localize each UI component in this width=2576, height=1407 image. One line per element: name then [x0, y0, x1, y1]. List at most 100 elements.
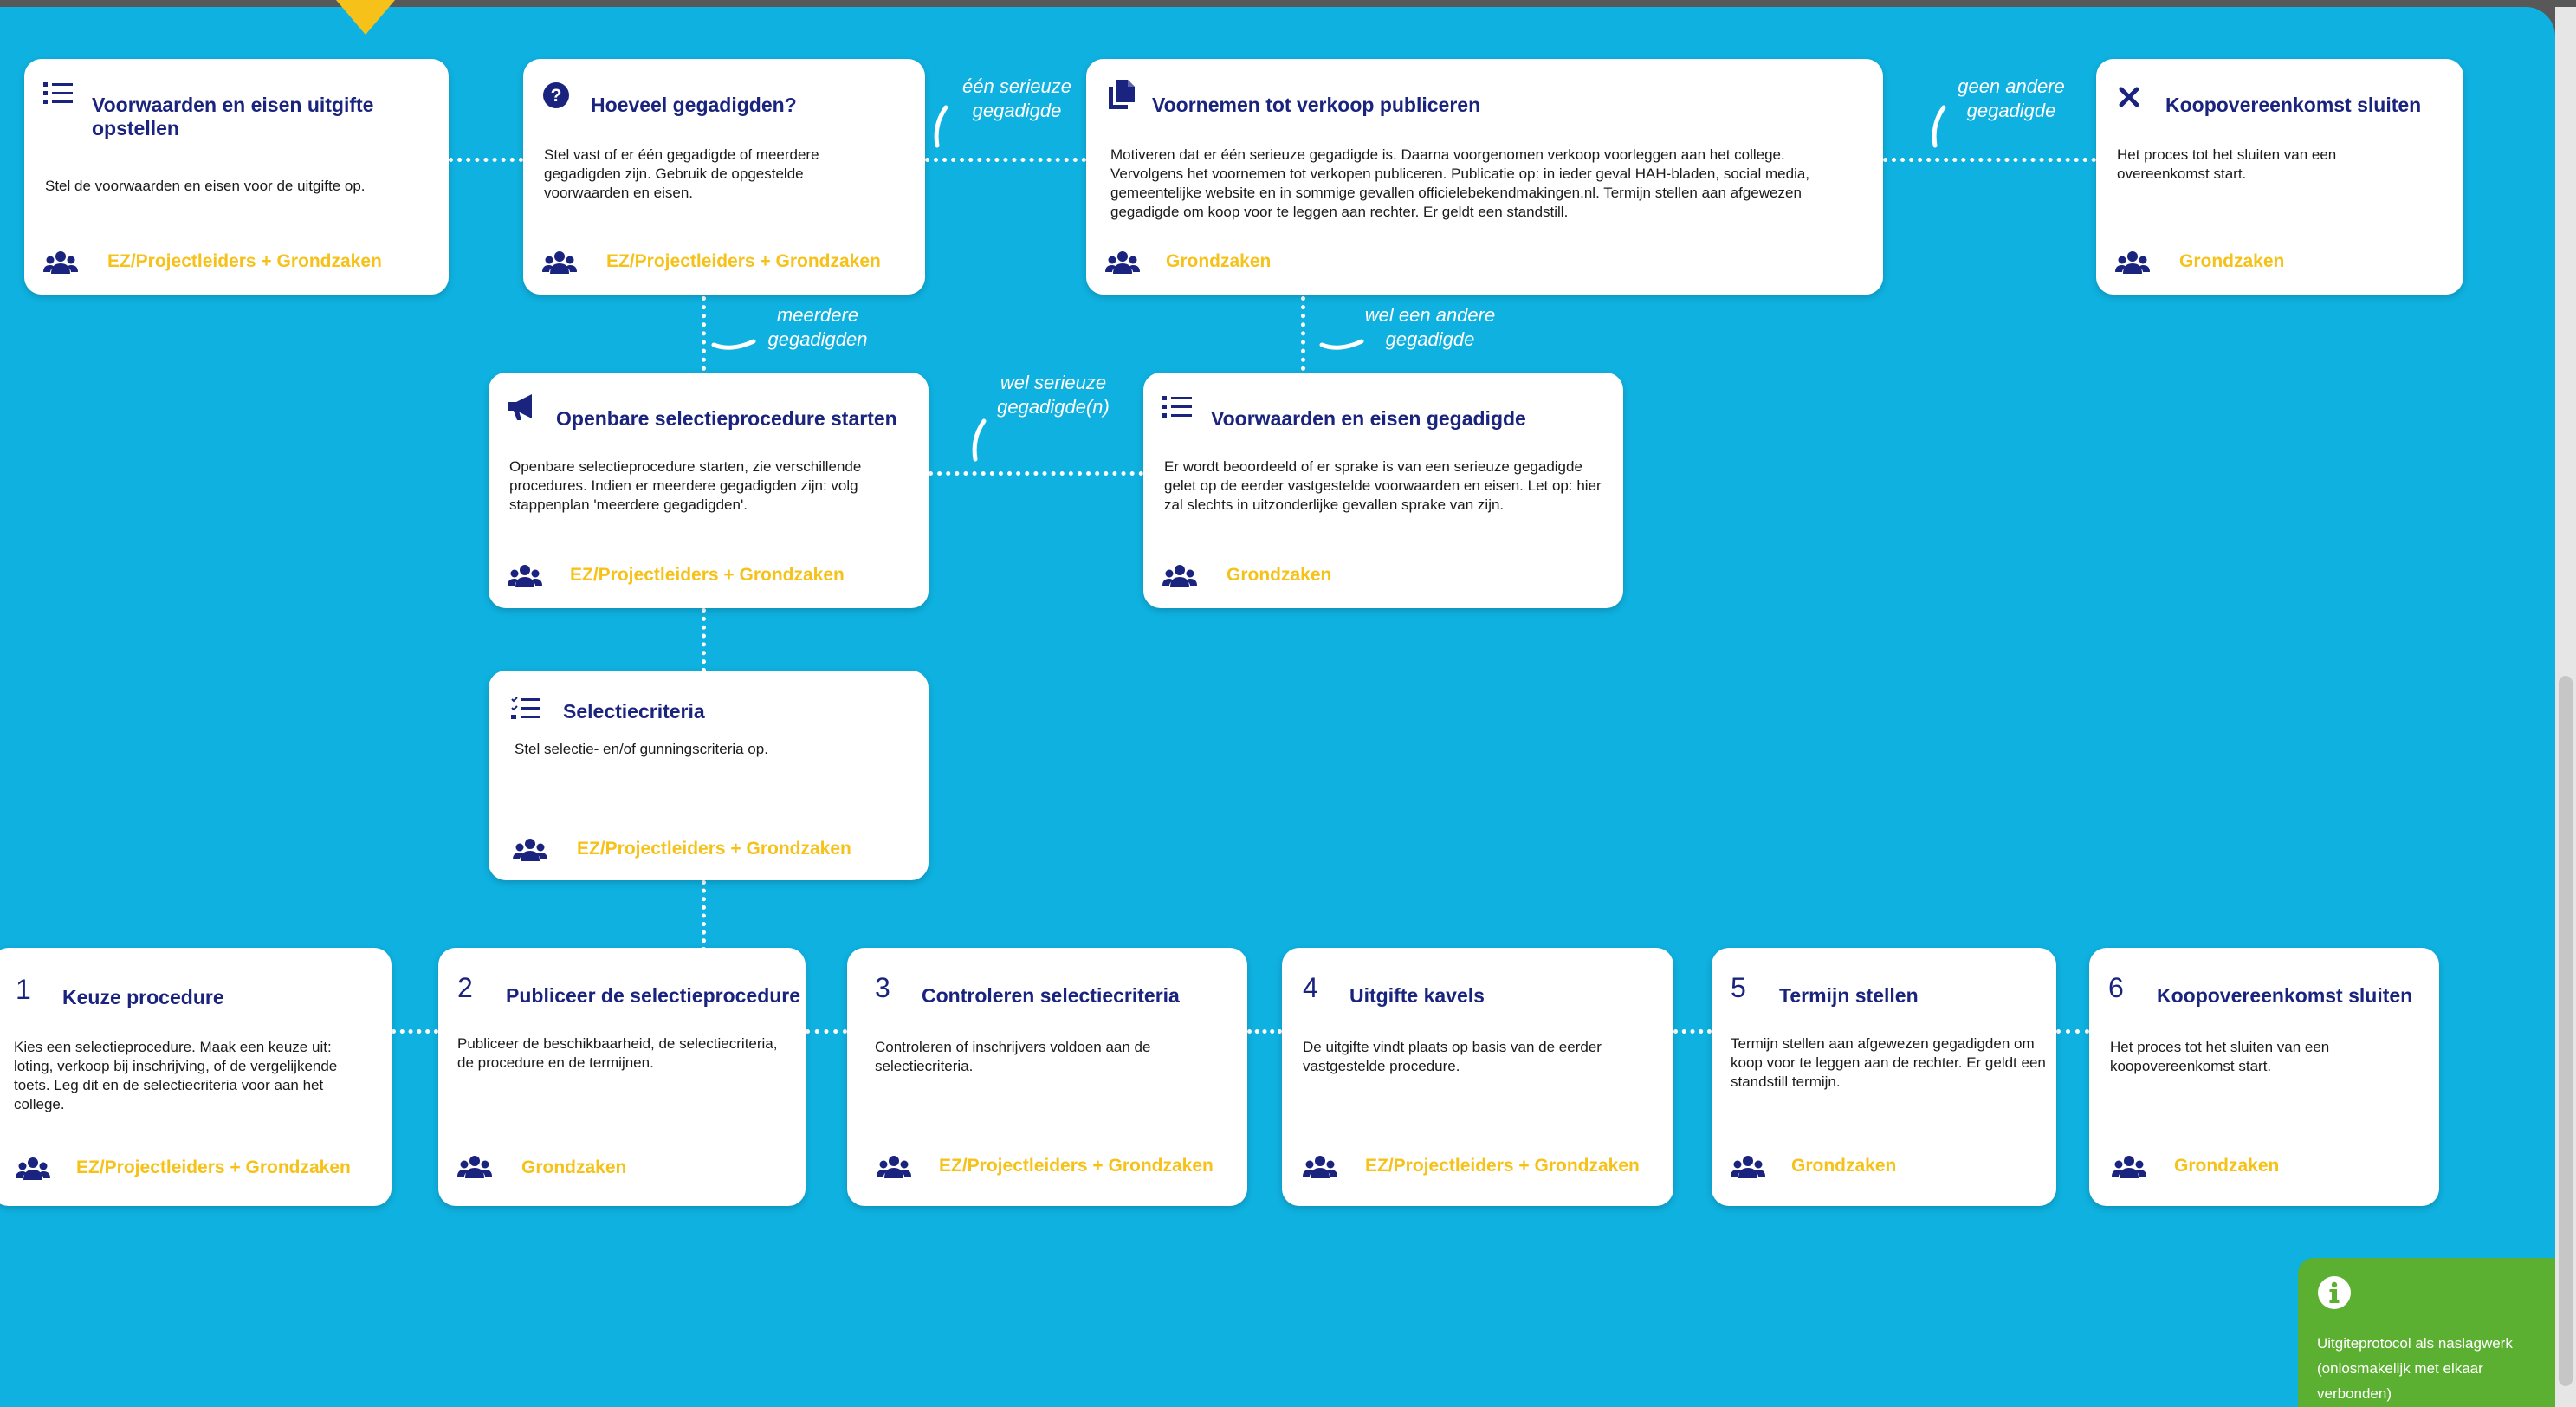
step-number: 1 — [16, 974, 31, 1005]
card-role: EZ/Projectleiders + Grondzaken — [606, 251, 881, 271]
card-openbare-selectieprocedure: Openbare selectieprocedure starten Openb… — [489, 373, 929, 608]
card-koopovereenkomst: Koopovereenkomst sluiten Het proces tot … — [2096, 59, 2463, 295]
card-role: EZ/Projectleiders + Grondzaken — [577, 839, 851, 859]
flow-diagram-canvas: één serieuze gegadigde geen andere gegadig… — [0, 7, 2555, 1407]
step-title: Uitgifte kavels — [1349, 984, 1485, 1007]
step-title: Termijn stellen — [1779, 984, 1919, 1007]
step-card-6: 6 Koopovereenkomst sluiten Het proces to… — [2089, 948, 2439, 1206]
users-icon — [508, 565, 542, 587]
step-card-1: 1 Keuze procedure Kies een selectieproce… — [0, 948, 392, 1206]
users-icon — [2115, 251, 2150, 274]
card-description: Stel vast of er één gegadigde of meerder… — [544, 146, 819, 201]
connector — [1883, 158, 2096, 162]
step-description: Het proces tot het sluiten van een koopo… — [2110, 1039, 2330, 1074]
step-description: De uitgifte vindt plaats op basis van de… — [1303, 1039, 1602, 1074]
users-icon — [542, 251, 577, 274]
step-number: 4 — [1303, 972, 1318, 1003]
users-icon — [877, 1156, 911, 1178]
close-icon — [2119, 87, 2139, 107]
scrollbar-thumb[interactable] — [2559, 676, 2573, 1386]
card-title: Selectiecriteria — [563, 700, 705, 723]
card-title: Openbare selectieprocedure starten — [556, 407, 897, 430]
step-number: 6 — [2108, 972, 2124, 1003]
users-icon — [43, 251, 78, 274]
step-role: Grondzaken — [2174, 1156, 2280, 1176]
info-icon — [2318, 1276, 2351, 1309]
connector — [806, 1029, 847, 1034]
card-role: Grondzaken — [1227, 565, 1332, 585]
card-title: Voorwaarden en eisen gegadigde — [1211, 407, 1526, 430]
branch-brace — [1932, 105, 1946, 148]
step-card-2: 2 Publiceer de selectieprocedure Publice… — [438, 948, 806, 1206]
step-number: 5 — [1731, 972, 1746, 1003]
step-role: Grondzaken — [521, 1157, 627, 1177]
card-role: Grondzaken — [2179, 251, 2285, 271]
card-description: Motiveren dat er één serieuze gegadigde … — [1110, 146, 1810, 220]
card-title: Voornemen tot verkoop publiceren — [1152, 94, 1481, 116]
card-title: Voorwaarden en eisen uitgifte opstellen — [92, 94, 374, 139]
branch-label-meerdere: meerdere gegadigden — [767, 304, 868, 350]
step-role: EZ/Projectleiders + Grondzaken — [76, 1157, 351, 1177]
card-hoeveel-gegadigden: ? Hoeveel gegadigden? Stel vast of er éé… — [523, 59, 925, 295]
branch-brace — [934, 105, 948, 148]
connector — [925, 158, 1086, 162]
connector — [2056, 1029, 2089, 1034]
users-icon — [16, 1157, 50, 1180]
branch-brace — [711, 339, 756, 350]
list-icon — [1162, 396, 1192, 418]
card-role: EZ/Projectleiders + Grondzaken — [107, 251, 382, 271]
card-title: Koopovereenkomst sluiten — [2165, 94, 2422, 116]
users-icon — [513, 839, 547, 861]
position-marker — [336, 0, 395, 35]
card-role: EZ/Projectleiders + Grondzaken — [570, 565, 845, 585]
step-title: Publiceer de selectieprocedure — [506, 984, 801, 1007]
users-icon — [1105, 251, 1140, 274]
megaphone-icon — [508, 394, 532, 420]
step-number: 2 — [457, 972, 473, 1003]
connector — [702, 296, 706, 379]
card-voorwaarden-uitgifte: Voorwaarden en eisen uitgifte opstellen … — [24, 59, 449, 295]
card-description: Openbare selectieprocedure starten, zie … — [509, 458, 862, 513]
users-icon — [1731, 1156, 1765, 1178]
card-description: Er wordt beoordeeld of er sprake is van … — [1164, 458, 1602, 513]
card-description: Stel de voorwaarden en eisen voor de uit… — [45, 178, 366, 194]
step-description: Controleren of inschrijvers voldoen aan … — [875, 1039, 1151, 1074]
connector — [929, 471, 1143, 476]
step-description: Kies een selectieprocedure. Maak een keu… — [14, 1039, 338, 1112]
connector — [702, 880, 706, 951]
card-title: Hoeveel gegadigden? — [591, 94, 797, 116]
step-description: Termijn stellen aan afgewezen gegadigden… — [1731, 1035, 2046, 1090]
step-title: Controleren selectiecriteria — [922, 984, 1180, 1007]
users-icon — [1162, 565, 1197, 587]
card-voornemen-verkoop: Voornemen tot verkoop publiceren Motiver… — [1086, 59, 1883, 295]
connector — [702, 608, 706, 672]
step-role: EZ/Projectleiders + Grondzaken — [1365, 1156, 1640, 1176]
connector — [1673, 1029, 1712, 1034]
info-box[interactable]: Uitgiteprotocol als naslagwerk (onlosmak… — [2298, 1258, 2555, 1407]
list-icon — [43, 82, 73, 104]
step-description: Publiceer de beschikbaarheid, de selecti… — [457, 1035, 778, 1071]
step-title: Koopovereenkomst sluiten — [2157, 984, 2413, 1007]
info-text: Uitgiteprotocol als naslagwerk (onlosmak… — [2317, 1335, 2513, 1402]
branch-label-wel-andere: wel een andere gegadigde — [1364, 304, 1496, 350]
step-card-5: 5 Termijn stellen Termijn stellen aan af… — [1712, 948, 2056, 1206]
users-icon — [457, 1156, 492, 1178]
branch-label-wel-serieuze: wel serieuze gegadigde(n) — [997, 372, 1110, 418]
card-selectiecriteria: Selectiecriteria Stel selectie- en/of gu… — [489, 671, 929, 880]
connector — [1247, 1029, 1282, 1034]
question-icon: ? — [543, 82, 569, 108]
branch-label-een-serieuze: één serieuze gegadigde — [962, 75, 1071, 121]
card-description: Het proces tot het sluiten van een overe… — [2117, 146, 2337, 182]
connector — [392, 1029, 438, 1034]
branch-label-geen-andere: geen andere gegadigde — [1958, 75, 2065, 121]
step-number: 3 — [875, 972, 890, 1003]
users-icon — [2112, 1156, 2146, 1178]
card-voorwaarden-gegadigde: Voorwaarden en eisen gegadigde Er wordt … — [1143, 373, 1623, 608]
users-icon — [1303, 1156, 1337, 1178]
step-title: Keuze procedure — [62, 986, 224, 1008]
card-description: Stel selectie- en/of gunningscriteria op… — [515, 741, 768, 757]
connector — [1301, 296, 1305, 379]
checklist-icon — [511, 697, 540, 719]
documents-icon — [1109, 80, 1135, 109]
step-role: EZ/Projectleiders + Grondzaken — [939, 1156, 1214, 1176]
